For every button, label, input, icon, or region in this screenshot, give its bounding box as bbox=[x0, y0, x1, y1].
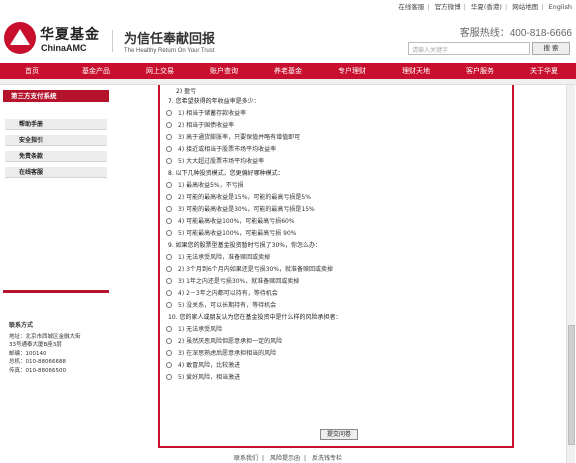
radio-button[interactable] bbox=[166, 253, 172, 260]
option[interactable]: 2) 相当于国债收益率 bbox=[166, 120, 234, 129]
option[interactable]: 5) 可能最高收益100%，可能最高亏损 90% bbox=[166, 228, 296, 237]
radio-button[interactable] bbox=[166, 181, 172, 188]
radio-button[interactable] bbox=[166, 109, 172, 116]
sidebar-item-disclaimer[interactable]: 免责条款 bbox=[5, 151, 107, 162]
questionnaire-panel: 2) 盈亏 7. 您希望获得的年收益率是多少： 1) 相当于储蓄存款收益率 2)… bbox=[158, 85, 514, 448]
top-link-hk[interactable]: 华夏(香港) bbox=[471, 3, 502, 11]
option[interactable]: 1) 无法承受风险 bbox=[166, 324, 222, 333]
sidebar-item-security[interactable]: 安全指引 bbox=[5, 135, 107, 146]
option[interactable]: 1) 相当于储蓄存款收益率 bbox=[166, 108, 246, 117]
logo-text-en: ChinaAMC bbox=[41, 43, 87, 53]
option[interactable]: 4) 接近或相当于股票市场平均收益率 bbox=[166, 144, 276, 153]
option[interactable]: 4) 可能最高收益100%，可能最高亏损60% bbox=[166, 216, 295, 225]
slogan-en: The Healthy Return On Your Trust bbox=[124, 48, 215, 54]
radio-button[interactable] bbox=[166, 277, 172, 284]
logo[interactable]: 华夏基金 ChinaAMC bbox=[4, 22, 104, 58]
question-7: 7. 您希望获得的年收益率是多少： bbox=[168, 98, 260, 105]
nav-item-funds[interactable]: 基金产品 bbox=[64, 63, 128, 79]
radio-button[interactable] bbox=[166, 325, 172, 332]
nav-item-about[interactable]: 关于华夏 bbox=[512, 63, 576, 79]
logo-mark-icon bbox=[4, 22, 36, 54]
sidebar-title: 第三方支付系统 bbox=[3, 90, 109, 102]
radio-button[interactable] bbox=[166, 193, 172, 200]
radio-button[interactable] bbox=[166, 205, 172, 212]
contact-title: 联系方式 bbox=[9, 322, 34, 329]
option[interactable]: 4) 敢冒风险，比较激进 bbox=[166, 360, 240, 369]
option[interactable]: 5) 没关系，可以长期持有，等待机会 bbox=[166, 300, 276, 309]
footer-link-aml[interactable]: 反洗钱专栏 bbox=[312, 455, 342, 462]
contact-line: 地址：北京市西城区金融大街 bbox=[9, 333, 81, 340]
radio-button[interactable] bbox=[166, 145, 172, 152]
radio-button[interactable] bbox=[166, 301, 172, 308]
slogan-cn: 为信任奉献回报 bbox=[124, 32, 216, 47]
service-hotline: 客服热线：400-818-6666 bbox=[459, 28, 572, 39]
option[interactable]: 1) 最高收益5%，不亏损 bbox=[166, 180, 244, 189]
sidebar-divider bbox=[3, 290, 109, 293]
logo-text-cn: 华夏基金 bbox=[40, 27, 100, 43]
top-link-sitemap[interactable]: 网站地图 bbox=[512, 3, 538, 11]
footer-link-risk[interactable]: 风险提示函 bbox=[270, 455, 300, 462]
radio-button[interactable] bbox=[166, 373, 172, 380]
option[interactable]: 2) 虽然厌恶风险但愿意承担一定的风险 bbox=[166, 336, 282, 345]
radio-button[interactable] bbox=[166, 337, 172, 344]
search-input[interactable]: 请输入关键字 bbox=[408, 42, 530, 55]
scrollbar-thumb[interactable] bbox=[568, 325, 575, 445]
question-fragment: 2) 盈亏 bbox=[176, 88, 197, 95]
nav-item-account[interactable]: 账户查询 bbox=[192, 63, 256, 79]
radio-button[interactable] bbox=[166, 289, 172, 296]
sidebar-item-online-service[interactable]: 在线客服 bbox=[5, 167, 107, 178]
radio-button[interactable] bbox=[166, 361, 172, 368]
contact-line: 33号通泰大厦B座3层 bbox=[9, 342, 62, 348]
option[interactable]: 5) 大大超过股票市场平均收益率 bbox=[166, 156, 264, 165]
nav-item-online-trade[interactable]: 网上交易 bbox=[128, 63, 192, 79]
nav-item-pension[interactable]: 养老基金 bbox=[256, 63, 320, 79]
option[interactable]: 5) 爱好风险，相当激进 bbox=[166, 372, 240, 381]
contact-line: 邮编：100140 bbox=[9, 350, 47, 357]
question-8: 8. 以下几种投资模式，您更偏好哪种模式： bbox=[168, 170, 284, 177]
radio-button[interactable] bbox=[166, 265, 172, 272]
option[interactable]: 3) 高于通货膨胀率，只要保值并略有增值即可 bbox=[166, 132, 300, 141]
nav-item-service[interactable]: 客户服务 bbox=[448, 63, 512, 79]
radio-button[interactable] bbox=[166, 121, 172, 128]
radio-button[interactable] bbox=[166, 157, 172, 164]
top-link-weibo[interactable]: 官方微博 bbox=[435, 3, 461, 11]
radio-button[interactable] bbox=[166, 217, 172, 224]
top-utility-bar: 在线客服 | 官方微博 | 华夏(香港) | 网站地图 | English bbox=[398, 3, 572, 11]
option[interactable]: 3) 1年之内还是亏损30%，就准备赎回或卖掉 bbox=[166, 276, 299, 285]
header-divider bbox=[112, 30, 113, 52]
radio-button[interactable] bbox=[166, 349, 172, 356]
main-nav: 首页 基金产品 网上交易 账户查询 养老基金 专户理财 理财天地 客户服务 关于… bbox=[0, 63, 576, 79]
submit-questionnaire-button[interactable]: 提交问卷 bbox=[320, 429, 358, 440]
page-scrollbar[interactable] bbox=[566, 85, 575, 463]
nav-item-special-account[interactable]: 专户理财 bbox=[320, 63, 384, 79]
contact-line: 总机：010-88066688 bbox=[9, 359, 66, 365]
footer-link-contact[interactable]: 联系我们 bbox=[234, 455, 258, 462]
sidebar-item-help[interactable]: 帮助手册 bbox=[5, 119, 107, 130]
top-link-online-service[interactable]: 在线客服 bbox=[398, 3, 424, 11]
site-header: 华夏基金 ChinaAMC 为信任奉献回报 The Healthy Return… bbox=[0, 14, 576, 62]
option[interactable]: 3) 可能的最高收益是30%，可能的最高亏损是15% bbox=[166, 204, 315, 213]
option[interactable]: 4) 2－3年之内都可以持有，等待机会 bbox=[166, 288, 278, 297]
contact-info: 联系方式 地址：北京市西城区金融大街 33号通泰大厦B座3层 邮编：100140… bbox=[9, 322, 109, 375]
sidebar: 第三方支付系统 帮助手册 安全指引 免责条款 在线客服 联系方式 地址：北京市西… bbox=[3, 90, 109, 450]
nav-item-home[interactable]: 首页 bbox=[0, 63, 64, 79]
radio-button[interactable] bbox=[166, 229, 172, 236]
option[interactable]: 3) 在深思熟虑后愿意承担相当的风险 bbox=[166, 348, 276, 357]
option[interactable]: 2) 3个月到6个月内如果还是亏损30%，就准备赎回或卖掉 bbox=[166, 264, 333, 273]
search-button[interactable]: 搜 索 bbox=[532, 42, 570, 55]
top-link-english[interactable]: English bbox=[549, 3, 572, 11]
footer-links: 联系我们 | 风险提示函 | 反洗钱专栏 bbox=[234, 455, 342, 462]
question-9: 9. 如果您的股票型基金投资暂时亏损了30%，你怎么办： bbox=[168, 242, 321, 249]
option[interactable]: 1) 无法承受风险，准备赎回或卖掉 bbox=[166, 252, 270, 261]
contact-line: 传真：010-88066500 bbox=[9, 367, 66, 374]
question-10: 10. 您的家人或朋友认为您在基金投资中是什么样的风险承担者： bbox=[168, 314, 342, 321]
radio-button[interactable] bbox=[166, 133, 172, 140]
nav-item-wealth[interactable]: 理财天地 bbox=[384, 63, 448, 79]
option[interactable]: 2) 可能的最高收益是15%，可能的最高亏损是5% bbox=[166, 192, 311, 201]
